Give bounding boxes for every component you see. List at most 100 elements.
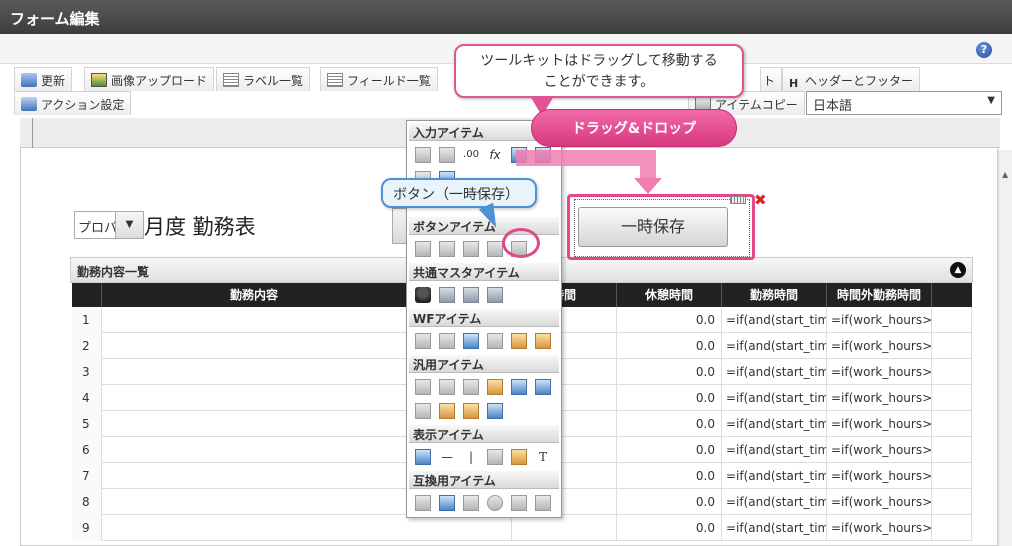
general-document-icon[interactable] <box>439 379 455 395</box>
break-cell[interactable]: 0.0 <box>617 411 722 437</box>
work-hours-cell[interactable]: =if(and(start_time> <box>722 359 827 385</box>
work-hours-cell[interactable]: =if(and(start_time> <box>722 385 827 411</box>
close-icon[interactable]: ✖ <box>754 191 767 209</box>
compat-list-icon[interactable] <box>535 495 551 511</box>
work-hours-cell[interactable]: =if(and(start_time> <box>722 333 827 359</box>
position-icon[interactable] <box>487 287 503 303</box>
drop-zone[interactable]: 一時保存 <box>567 194 755 260</box>
extra-cell[interactable] <box>932 463 972 489</box>
break-cell[interactable]: 0.0 <box>617 385 722 411</box>
display-list-icon[interactable] <box>415 449 431 465</box>
extra-cell[interactable] <box>932 385 972 411</box>
camera-icon[interactable] <box>463 379 479 395</box>
break-cell[interactable]: 0.0 <box>617 333 722 359</box>
textbox-icon[interactable] <box>415 147 431 163</box>
grid-col-work-hours[interactable]: 勤務時間 <box>722 283 827 307</box>
break-cell[interactable]: 0.0 <box>617 307 722 333</box>
search-user-icon[interactable] <box>487 379 503 395</box>
overtime-cell[interactable]: =if(work_hours>8,( <box>827 463 932 489</box>
download-icon[interactable] <box>535 379 551 395</box>
approver-icon[interactable] <box>511 333 527 349</box>
overtime-cell[interactable]: =if(work_hours>8,( <box>827 359 932 385</box>
extra-cell[interactable] <box>932 515 972 541</box>
collapse-icon[interactable]: ▲ <box>950 262 966 278</box>
wf-document-icon[interactable] <box>487 333 503 349</box>
drag-handle-icon[interactable] <box>730 196 746 204</box>
button-back-icon[interactable] <box>463 241 479 257</box>
overtime-cell[interactable]: =if(work_hours>8,( <box>827 437 932 463</box>
schedule-icon[interactable] <box>487 403 503 419</box>
general-field-icon[interactable] <box>415 379 431 395</box>
text-icon[interactable]: T <box>535 449 551 465</box>
work-hours-cell[interactable]: =if(and(start_time> <box>722 411 827 437</box>
grid-col-overtime[interactable]: 時間外勤務時間 <box>827 283 932 307</box>
clipboard-icon[interactable] <box>415 333 431 349</box>
language-select[interactable]: 日本語 ▼ <box>806 91 1002 115</box>
header-footer-button[interactable]: H ヘッダーとフッター <box>782 67 921 91</box>
role-icon[interactable] <box>463 287 479 303</box>
attachment-icon[interactable] <box>439 333 455 349</box>
button-next-icon[interactable] <box>439 241 455 257</box>
label-list-button[interactable]: ラベル一覧 <box>216 67 311 91</box>
compat-table-icon[interactable] <box>439 495 455 511</box>
break-cell[interactable]: 0.0 <box>617 463 722 489</box>
wf-image-icon[interactable] <box>463 333 479 349</box>
list-icon[interactable] <box>415 403 431 419</box>
tree-icon[interactable] <box>463 403 479 419</box>
table-row[interactable]: 9 0.0=if(and(start_time>=if(work_hours>8,… <box>72 515 972 541</box>
canvas-scrollbar[interactable]: ▲ <box>998 150 1012 546</box>
button-return-icon[interactable] <box>487 241 503 257</box>
grid-col-work-content[interactable]: 勤務内容 <box>102 283 407 307</box>
toolbar-hidden-button[interactable]: ト <box>760 67 783 91</box>
formula-icon[interactable]: fx <box>487 147 503 163</box>
extra-cell[interactable] <box>932 307 972 333</box>
overtime-cell[interactable]: =if(work_hours>8,( <box>827 307 932 333</box>
extra-cell[interactable] <box>932 333 972 359</box>
overtime-cell[interactable]: =if(work_hours>8,( <box>827 385 932 411</box>
organization-icon[interactable] <box>439 287 455 303</box>
horizontal-line-icon[interactable]: — <box>439 449 455 465</box>
grid-col-break[interactable]: 休憩時間 <box>617 283 722 307</box>
compat-stamp-icon[interactable] <box>415 495 431 511</box>
extra-cell[interactable] <box>932 411 972 437</box>
field-list-button[interactable]: フィールド一覧 <box>320 67 438 91</box>
extra-cell[interactable] <box>932 359 972 385</box>
upload-icon[interactable] <box>511 379 527 395</box>
work-hours-cell[interactable]: =if(and(start_time> <box>722 463 827 489</box>
period-select[interactable]: プロパ ▼ <box>74 211 144 239</box>
refresh-button[interactable]: 更新 <box>14 67 73 91</box>
temp-save-button[interactable]: 一時保存 <box>578 207 728 247</box>
radio-icon[interactable] <box>487 495 503 511</box>
overtime-cell[interactable]: =if(work_hours>8,( <box>827 411 932 437</box>
box-icon[interactable] <box>487 449 503 465</box>
work-hours-cell[interactable]: =if(and(start_time> <box>722 489 827 515</box>
break-cell[interactable]: 0.0 <box>617 359 722 385</box>
numeric-icon[interactable]: .00 <box>463 147 479 163</box>
overtime-cell[interactable]: =if(work_hours>8,( <box>827 333 932 359</box>
checkbox-icon[interactable] <box>463 495 479 511</box>
extra-cell[interactable] <box>932 489 972 515</box>
break-cell[interactable]: 0.0 <box>617 489 722 515</box>
user-icon[interactable] <box>415 287 431 303</box>
extra-cell[interactable] <box>932 437 972 463</box>
action-settings-button[interactable]: アクション設定 <box>14 91 132 115</box>
work-hours-cell[interactable]: =if(and(start_time> <box>722 307 827 333</box>
card-icon[interactable] <box>439 403 455 419</box>
break-cell[interactable]: 0.0 <box>617 437 722 463</box>
stamp-icon[interactable] <box>535 333 551 349</box>
overtime-cell[interactable]: =if(work_hours>8,( <box>827 515 932 541</box>
break-cell[interactable]: 0.0 <box>617 515 722 541</box>
work-content-cell[interactable] <box>102 515 512 541</box>
help-icon[interactable]: ? <box>976 42 992 58</box>
vertical-line-icon[interactable]: | <box>463 449 479 465</box>
work-hours-cell[interactable]: =if(and(start_time> <box>722 515 827 541</box>
work-hours-cell[interactable]: =if(and(start_time> <box>722 437 827 463</box>
button-submit-icon[interactable] <box>415 241 431 257</box>
overtime-cell[interactable]: =if(work_hours>8,( <box>827 489 932 515</box>
scroll-up-icon[interactable]: ▲ <box>1002 170 1008 179</box>
time-cell[interactable] <box>512 515 617 541</box>
display-image-icon[interactable] <box>511 449 527 465</box>
compat-field-icon[interactable] <box>511 495 527 511</box>
textarea-icon[interactable] <box>439 147 455 163</box>
image-upload-button[interactable]: 画像アップロード <box>84 67 215 91</box>
